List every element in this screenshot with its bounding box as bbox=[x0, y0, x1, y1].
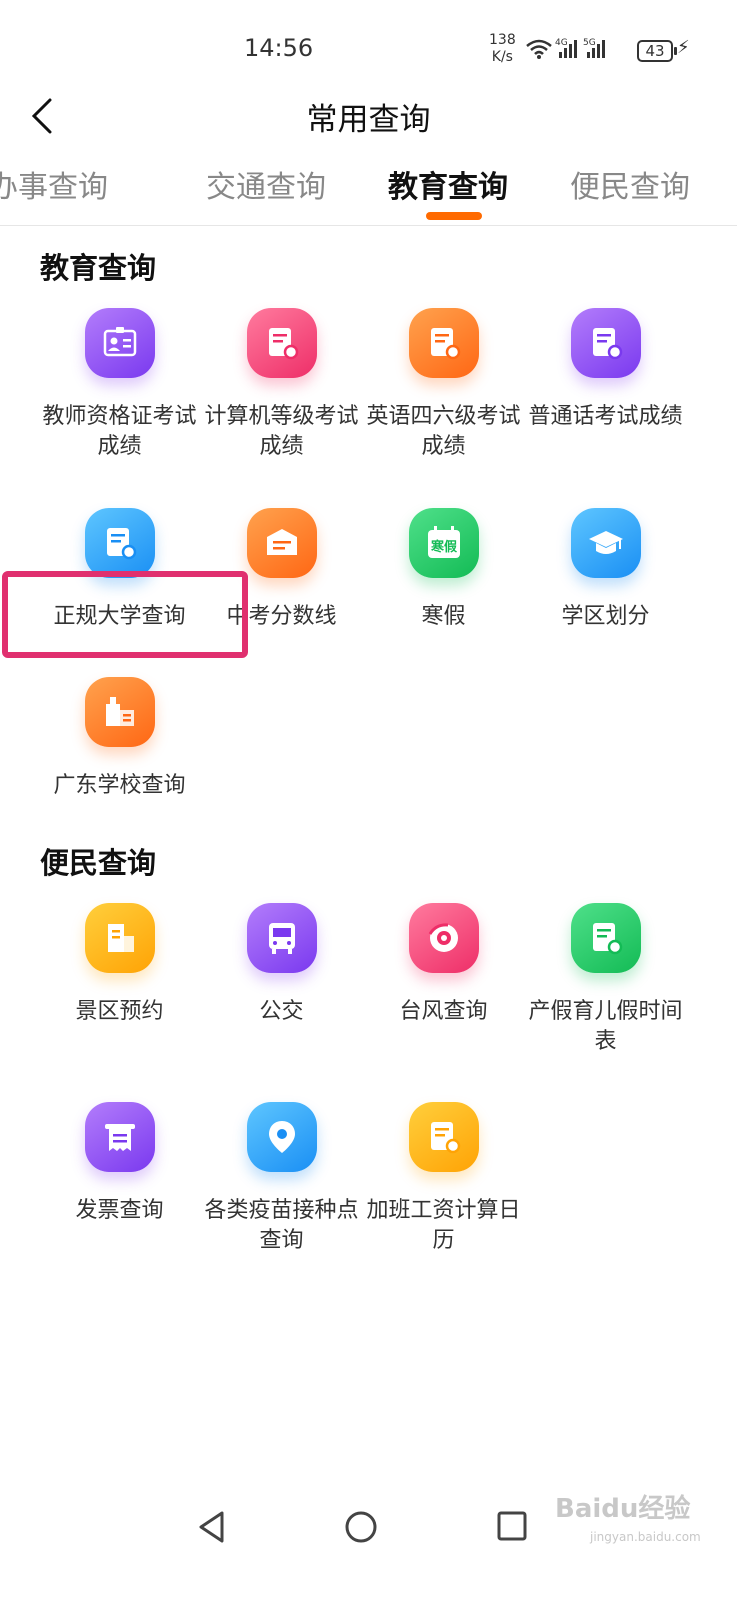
grid-item[interactable]: 公交 bbox=[199, 903, 364, 1027]
item-label: 教师资格证考试成绩 bbox=[42, 404, 197, 459]
item-label: 各类疫苗接种点查询 bbox=[204, 1198, 359, 1253]
grid-item[interactable]: 广东学校查询 bbox=[37, 677, 202, 801]
item-label: 产假育儿假时间表 bbox=[528, 999, 683, 1054]
app-header: 常用查询 bbox=[0, 90, 737, 140]
doc-search-icon bbox=[408, 308, 479, 378]
network-speed: 138 K/s bbox=[489, 32, 516, 66]
triangle-back-icon bbox=[199, 1511, 224, 1543]
graduation-cap-icon bbox=[570, 508, 641, 578]
id-card-icon bbox=[84, 308, 155, 378]
doc-search-icon bbox=[84, 508, 155, 578]
section-title-education: 教育查询 bbox=[40, 251, 157, 285]
status-time: 14:56 bbox=[244, 34, 314, 62]
building-icon bbox=[84, 903, 155, 973]
building-icon bbox=[84, 677, 155, 747]
tab-affairs[interactable]: 办事查询 bbox=[0, 162, 108, 206]
doc-search-icon bbox=[408, 1102, 479, 1172]
charging-icon: ⚡ bbox=[677, 37, 690, 58]
item-label: 景区预约 bbox=[75, 999, 164, 1024]
item-label: 台风查询 bbox=[399, 999, 488, 1024]
section-title-convenience: 便民查询 bbox=[40, 846, 157, 880]
item-label: 发票查询 bbox=[75, 1198, 164, 1223]
item-label: 加班工资计算日历 bbox=[366, 1198, 521, 1253]
grid-item[interactable]: 英语四六级考试成绩 bbox=[361, 308, 526, 462]
status-bar: 14:56 138 K/s 4G 5G 43 ⚡ bbox=[0, 0, 737, 90]
receipt-icon bbox=[84, 1102, 155, 1172]
item-label: 广东学校查询 bbox=[53, 773, 186, 798]
watermark-url: jingyan.baidu.com bbox=[590, 1530, 701, 1544]
item-label: 学区划分 bbox=[561, 604, 650, 629]
svg-text:5G: 5G bbox=[583, 38, 596, 48]
grid-item[interactable]: 学区划分 bbox=[523, 508, 688, 632]
page-title: 常用查询 bbox=[306, 102, 431, 138]
typhoon-icon bbox=[408, 903, 479, 973]
network-speed-unit: K/s bbox=[491, 49, 513, 65]
network-speed-value: 138 bbox=[489, 32, 516, 48]
grid-item[interactable]: 各类疫苗接种点查询 bbox=[199, 1102, 364, 1256]
item-label: 普通话考试成绩 bbox=[528, 404, 683, 429]
svg-text:4G: 4G bbox=[555, 38, 568, 48]
signal-icons: 4G 5G bbox=[525, 36, 633, 64]
active-tab-indicator bbox=[426, 212, 482, 220]
category-tabs: 办事查询 交通查询 教育查询 便民查询 bbox=[0, 160, 737, 226]
doc-search-icon bbox=[570, 903, 641, 973]
nav-recents-button[interactable] bbox=[496, 1510, 528, 1546]
doc-search-icon bbox=[570, 308, 641, 378]
square-recents-icon bbox=[497, 1511, 527, 1541]
svg-text:寒假: 寒假 bbox=[429, 539, 457, 555]
item-label: 英语四六级考试成绩 bbox=[366, 404, 521, 459]
grid-item[interactable]: 加班工资计算日历 bbox=[361, 1102, 526, 1256]
calendar-icon: 寒假 bbox=[408, 508, 479, 578]
circle-home-icon bbox=[345, 1511, 377, 1543]
grid-item[interactable]: 计算机等级考试成绩 bbox=[199, 308, 364, 462]
item-label: 寒假 bbox=[421, 604, 466, 629]
grid-item[interactable]: 教师资格证考试成绩 bbox=[37, 308, 202, 462]
nav-back-button[interactable] bbox=[196, 1510, 228, 1548]
tab-convenience[interactable]: 便民查询 bbox=[570, 162, 690, 206]
tab-traffic[interactable]: 交通查询 bbox=[206, 162, 326, 206]
grid-item[interactable]: 台风查询 bbox=[361, 903, 526, 1027]
bus-icon bbox=[246, 903, 317, 973]
nav-home-button[interactable] bbox=[344, 1510, 378, 1548]
tab-education[interactable]: 教育查询 bbox=[388, 162, 508, 206]
battery-icon: 43 bbox=[637, 40, 677, 62]
grid-item[interactable]: 产假育儿假时间表 bbox=[523, 903, 688, 1057]
doc-search-icon bbox=[246, 308, 317, 378]
item-label: 公交 bbox=[259, 999, 304, 1024]
location-pin-icon bbox=[246, 1102, 317, 1172]
highlight-box bbox=[2, 571, 248, 658]
wifi-signal-icon: 4G 5G bbox=[526, 38, 605, 59]
grid-item[interactable]: 普通话考试成绩 bbox=[523, 308, 688, 432]
item-label: 计算机等级考试成绩 bbox=[204, 404, 359, 459]
envelope-icon bbox=[246, 508, 317, 578]
grid-item[interactable]: 寒假 寒假 bbox=[361, 508, 526, 632]
grid-item[interactable]: 景区预约 bbox=[37, 903, 202, 1027]
watermark-logo: Baidu经验 bbox=[555, 1494, 691, 1524]
grid-item[interactable]: 发票查询 bbox=[37, 1102, 202, 1226]
